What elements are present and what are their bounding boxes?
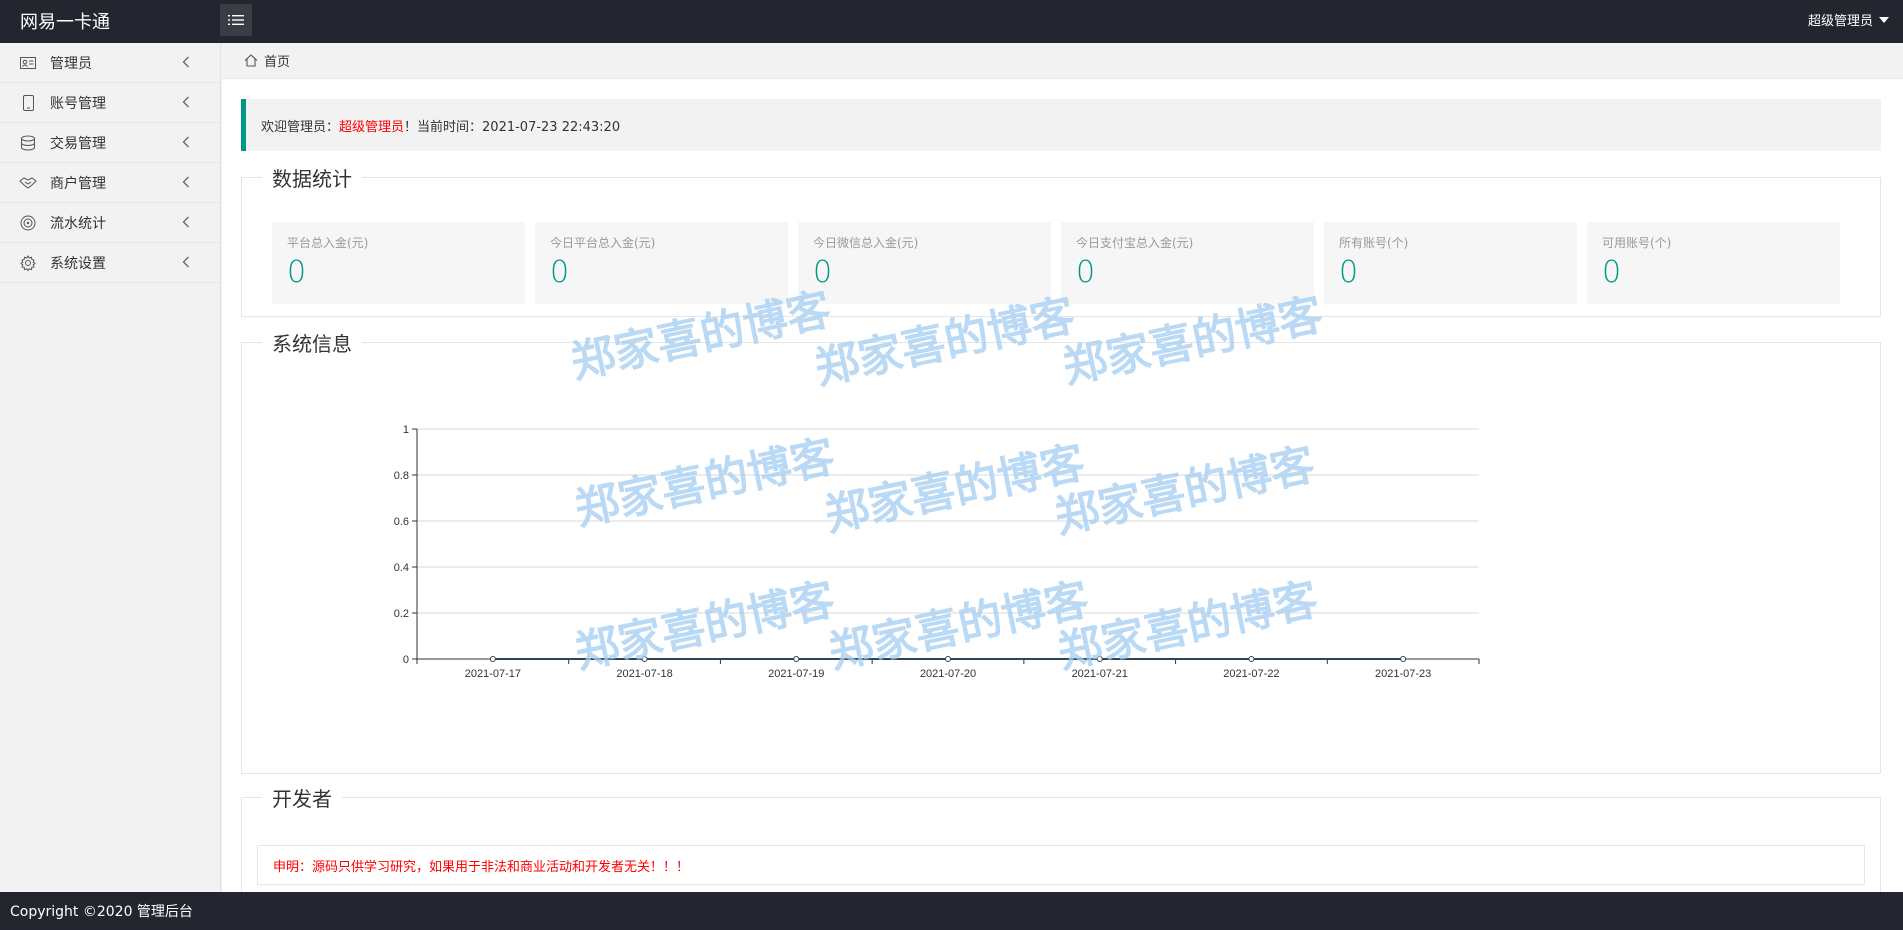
stats-legend: 数据统计: [272, 167, 352, 191]
sidebar-item-transactions[interactable]: 交易管理: [0, 123, 220, 163]
stat-value: 0: [1076, 255, 1096, 290]
target-icon: [19, 214, 37, 232]
sidebar-item-admin[interactable]: 管理员: [0, 43, 220, 83]
stat-label: 所有账号(个): [1339, 236, 1409, 250]
list-icon: [228, 15, 244, 25]
chevron-left-icon: [182, 256, 189, 268]
y-tick-label: 0.6: [394, 516, 409, 528]
stat-card-today-wechat: 今日微信总入金(元) 0: [798, 222, 1051, 304]
welcome-prefix: 欢迎管理员：: [261, 119, 340, 135]
chevron-left-icon: [182, 56, 189, 68]
footer: Copyright ©2020 管理后台: [0, 892, 1903, 930]
data-point: [641, 656, 648, 662]
stat-label: 今日支付宝总入金(元): [1076, 236, 1194, 250]
sidebar-item-flow-stats[interactable]: 流水统计: [0, 203, 220, 243]
stat-card-total-deposit: 平台总入金(元) 0: [272, 222, 525, 304]
app-logo[interactable]: 网易一卡通: [20, 8, 110, 34]
data-point: [945, 656, 951, 662]
welcome-admin-name: 超级管理员: [339, 119, 405, 135]
sidebar-item-label: 系统设置: [50, 255, 106, 272]
sidebar-item-accounts[interactable]: 账号管理: [0, 83, 220, 123]
sidebar-item-label: 交易管理: [50, 135, 106, 152]
stat-label: 今日微信总入金(元): [813, 236, 919, 250]
stat-label: 平台总入金(元): [287, 236, 369, 250]
disclaimer-notice: 申明：源码只供学习研究，如果用于非法和商业活动和开发者无关！！！: [257, 845, 1865, 885]
stat-card-all-accounts: 所有账号(个) 0: [1324, 222, 1577, 304]
chevron-left-icon: [182, 96, 189, 108]
chevron-left-icon: [182, 136, 189, 148]
menu-toggle-button[interactable]: [220, 4, 252, 36]
user-menu[interactable]: 超级管理员: [1808, 10, 1889, 29]
welcome-time: ！当前时间：2021-07-23 22:43:20: [404, 119, 621, 135]
developer-legend: 开发者: [272, 787, 332, 811]
top-header: 网易一卡通 超级管理员: [0, 0, 1903, 43]
data-point: [1400, 656, 1407, 662]
x-tick-label: 2021-07-23: [1375, 668, 1431, 680]
stat-card-today-alipay: 今日支付宝总入金(元) 0: [1061, 222, 1314, 304]
data-point: [1248, 656, 1255, 662]
id-card-icon: [19, 54, 37, 72]
stat-label: 今日平台总入金(元): [550, 236, 656, 250]
data-point: [1096, 656, 1103, 662]
data-point: [489, 656, 496, 662]
y-tick-label: 0: [403, 654, 409, 666]
x-tick-label: 2021-07-21: [1072, 668, 1128, 680]
system-info-panel: 系统信息 0 0.2 0.4 0.6 0.8 1 2021-07-17 2021-07-18 2…: [241, 328, 1881, 774]
x-tick-label: 2021-07-19: [768, 668, 824, 680]
breadcrumb: 首页: [222, 43, 1903, 79]
chevron-left-icon: [182, 216, 189, 228]
x-tick-label: 2021-07-17: [465, 668, 521, 680]
y-tick-label: 0.4: [394, 562, 409, 574]
sidebar-item-label: 管理员: [50, 55, 92, 72]
stat-label: 可用账号(个): [1602, 236, 1672, 250]
stat-card-available-accounts: 可用账号(个) 0: [1587, 222, 1840, 304]
stat-value: 0: [550, 255, 570, 290]
y-tick-label: 0.2: [394, 608, 409, 620]
system-info-legend: 系统信息: [272, 332, 352, 356]
x-tick-label: 2021-07-18: [616, 668, 672, 680]
database-icon: [19, 134, 37, 152]
handshake-icon: [19, 174, 37, 192]
home-icon: [244, 54, 258, 67]
stat-value: 0: [1339, 255, 1359, 290]
stats-panel: 数据统计 平台总入金(元) 0 今日平台总入金(元) 0 今日微信总入金(元) …: [241, 163, 1881, 317]
main-content: 首页 欢迎管理员： 超级管理员 ！当前时间：2021-07-23 22:43:2…: [222, 43, 1903, 923]
user-name: 超级管理员: [1807, 14, 1873, 29]
x-tick-label: 2021-07-22: [1223, 668, 1279, 680]
y-tick-label: 1: [403, 424, 409, 436]
sidebar-item-merchants[interactable]: 商户管理: [0, 163, 220, 203]
breadcrumb-home[interactable]: 首页: [264, 51, 290, 70]
caret-down-icon: [1879, 16, 1889, 23]
sidebar-item-label: 账号管理: [50, 95, 106, 112]
y-tick-label: 0.8: [394, 470, 409, 482]
sidebar-item-settings[interactable]: 系统设置: [0, 243, 220, 283]
stat-card-today-deposit: 今日平台总入金(元) 0: [535, 222, 788, 304]
phone-icon: [19, 94, 37, 112]
stat-value: 0: [287, 255, 307, 290]
copyright-text: Copyright ©2020 管理后台: [10, 904, 193, 920]
sidebar: 管理员 账号管理 交易管理 商户管理 流水统计 系统设置: [0, 43, 221, 892]
stat-value: 0: [1602, 255, 1622, 290]
chevron-left-icon: [182, 176, 189, 188]
data-point: [793, 656, 800, 662]
line-chart: 0 0.2 0.4 0.6 0.8 1 2021-07-17 2021-07-18 2021-0…: [394, 424, 1480, 680]
gear-icon: [19, 254, 37, 272]
sidebar-item-label: 商户管理: [50, 175, 106, 192]
sidebar-item-label: 流水统计: [50, 215, 106, 232]
welcome-banner: 欢迎管理员： 超级管理员 ！当前时间：2021-07-23 22:43:20: [241, 99, 1881, 151]
stat-value: 0: [813, 255, 833, 290]
x-tick-label: 2021-07-20: [920, 668, 976, 680]
